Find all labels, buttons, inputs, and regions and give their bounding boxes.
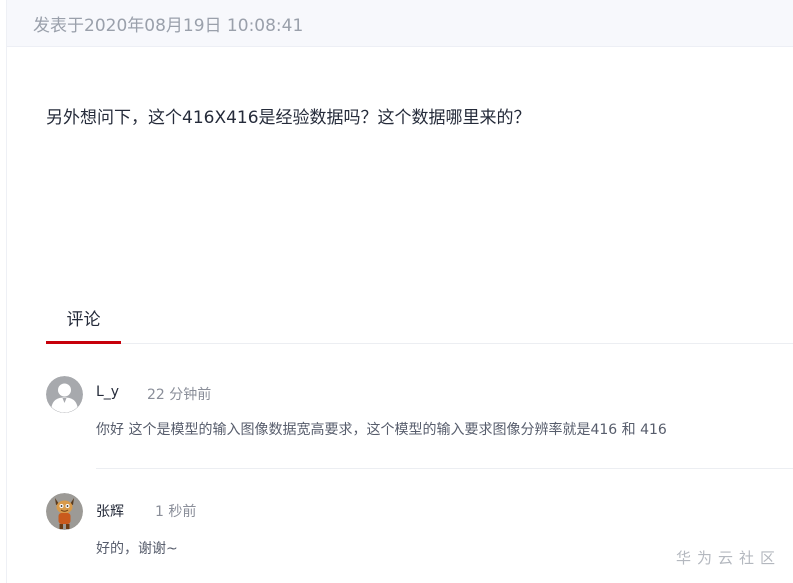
- comment-text: 好的，谢谢~: [96, 541, 178, 557]
- tab-comments[interactable]: 评论: [46, 305, 121, 344]
- watermark-text: 华为云社区: [675, 549, 781, 567]
- post-body: 另外想问下，这个416X416是经验数据吗？这个数据哪里来的？: [46, 108, 531, 128]
- post-header: 发表于2020年08月19日 10:08:41: [7, 0, 793, 47]
- cartoon-character-avatar-icon: [46, 493, 83, 530]
- comment-author[interactable]: L_y: [96, 384, 119, 400]
- comment-time: 22 分钟前: [147, 387, 212, 403]
- tab-comments-label: 评论: [66, 310, 101, 330]
- page: 发表于2020年08月19日 10:08:41 另外想问下，这个416X416是…: [0, 0, 793, 583]
- comment-divider: [96, 468, 793, 469]
- comment-time: 1 秒前: [155, 504, 197, 520]
- comment-item: L_y 22 分钟前 你好 这个是模型的输入图像数据宽高要求，这个模型的输入要求…: [46, 376, 793, 446]
- avatar[interactable]: [46, 493, 83, 530]
- left-border: [6, 0, 7, 583]
- comment-author[interactable]: 张辉: [96, 501, 124, 521]
- comment-text: 你好 这个是模型的输入图像数据宽高要求，这个模型的输入要求图像分辨率就是416 …: [96, 422, 667, 438]
- comment-tabs: 评论: [46, 305, 793, 344]
- tab-active-indicator: [46, 341, 121, 344]
- default-user-icon: [46, 376, 83, 413]
- avatar[interactable]: [46, 376, 83, 413]
- post-date: 发表于2020年08月19日 10:08:41: [33, 16, 304, 36]
